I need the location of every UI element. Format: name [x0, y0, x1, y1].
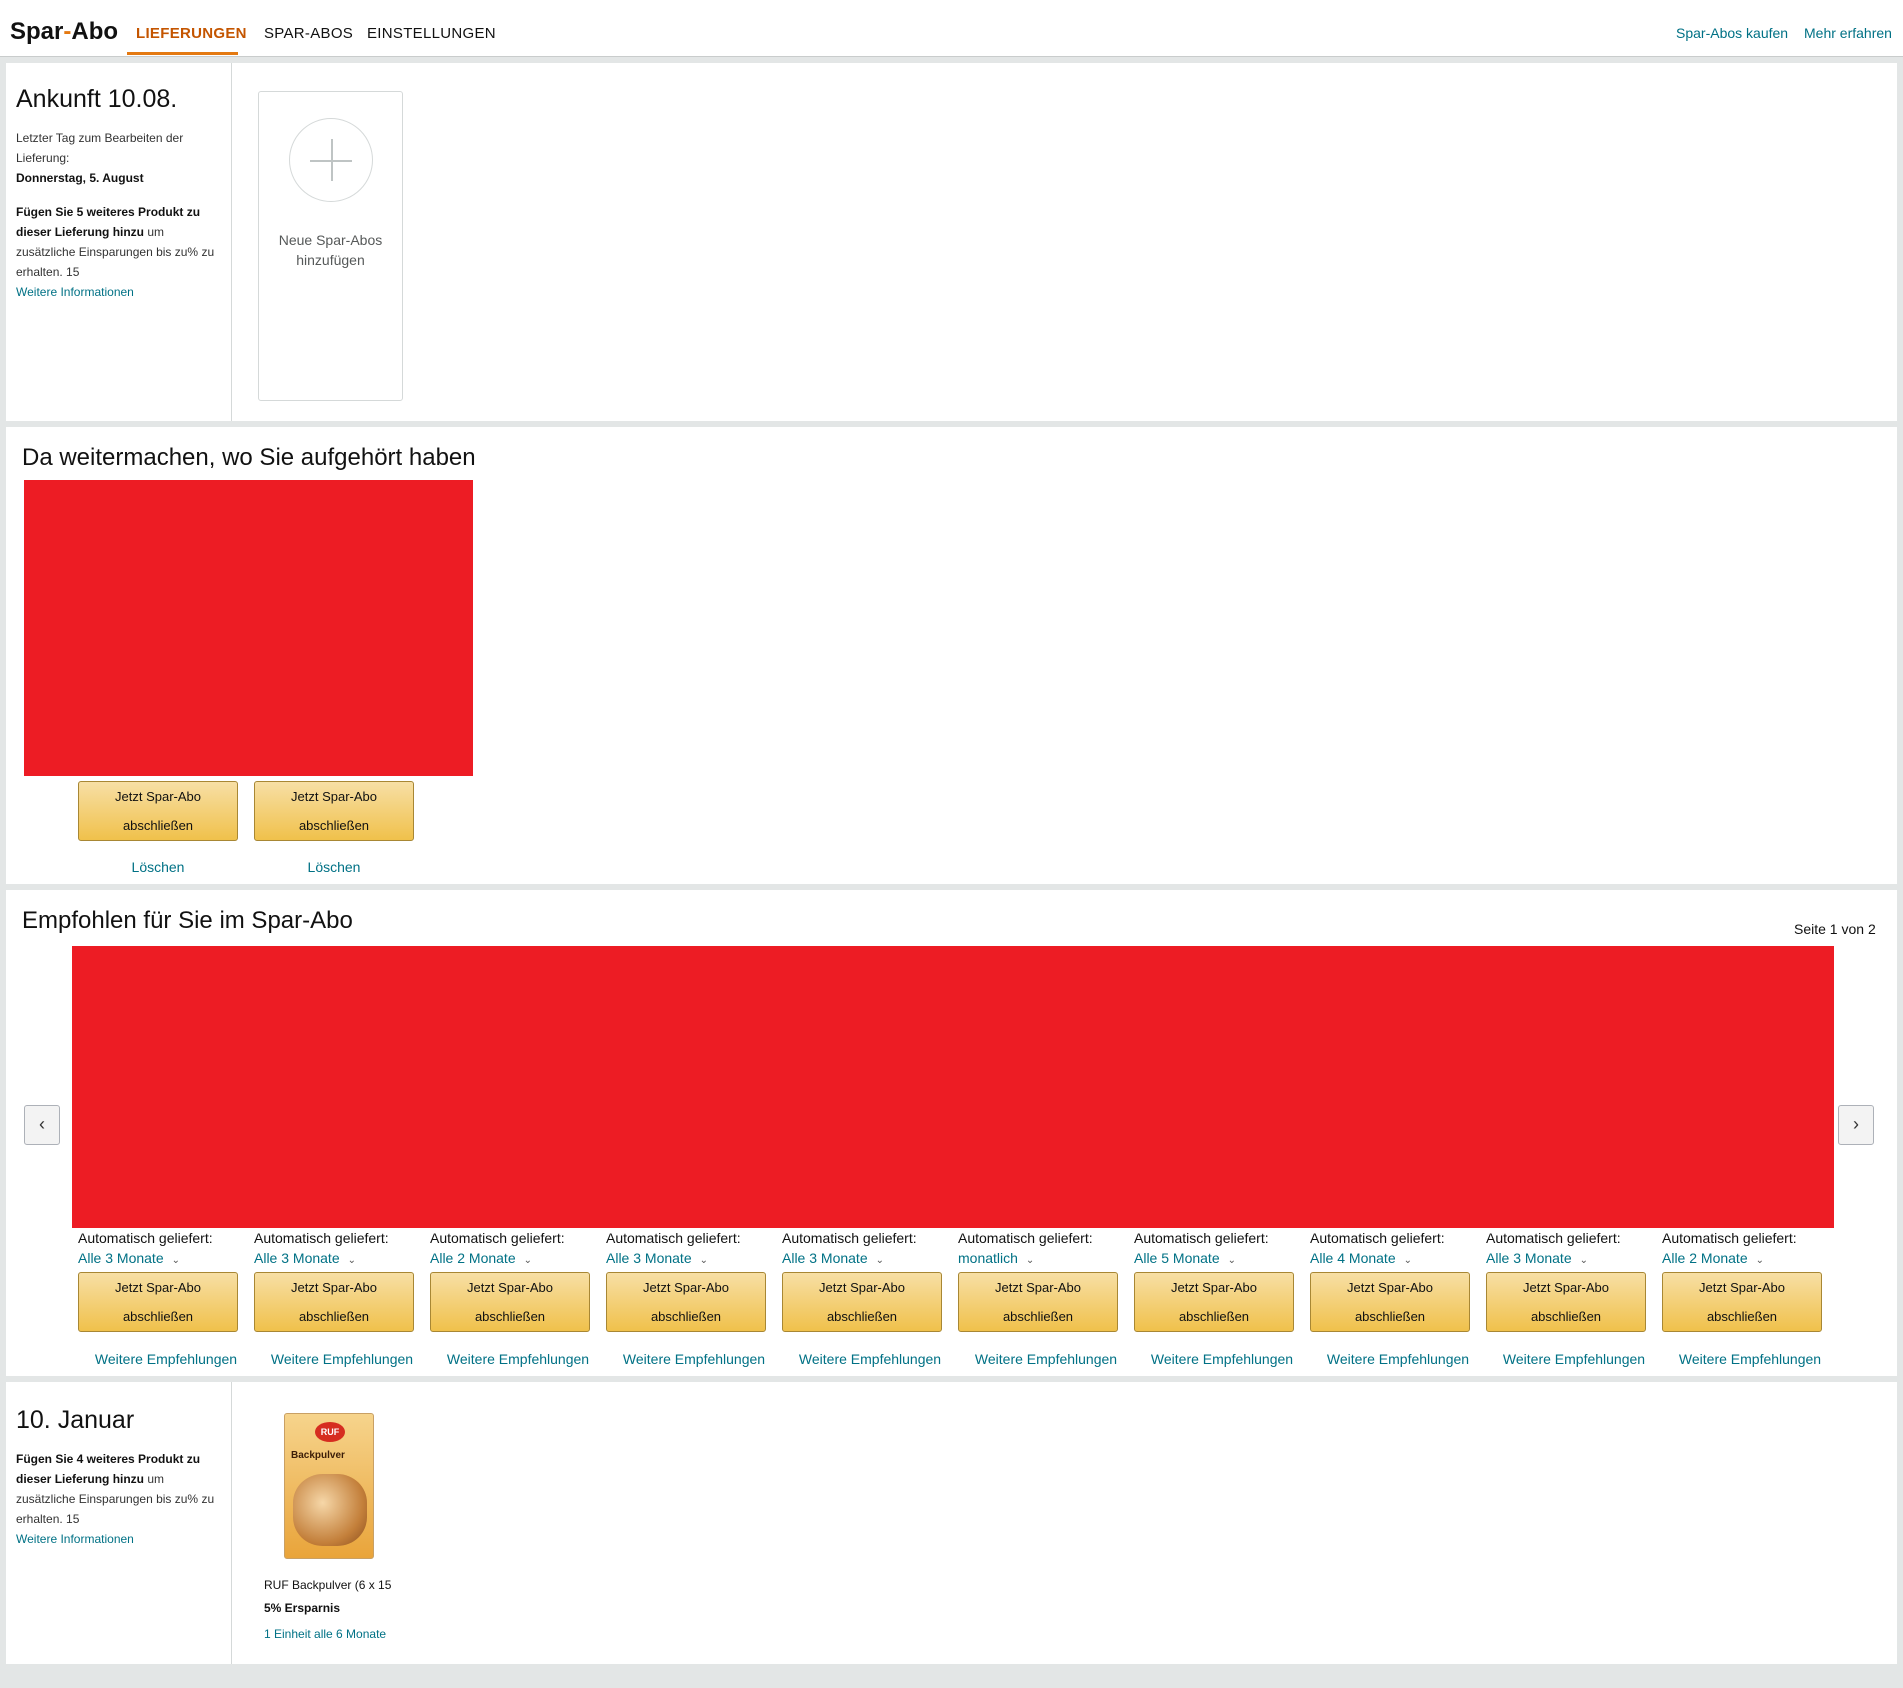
frequency-dropdown[interactable]: Alle 4 Monate ⌄: [1310, 1250, 1412, 1266]
chevron-down-icon: ⌄: [1227, 1255, 1236, 1266]
add-subscription-label: Neue Spar-Abos hinzufügen: [278, 232, 383, 268]
frequency-dropdown[interactable]: monatlich ⌄: [958, 1250, 1034, 1266]
recommended-title: Empfohlen für Sie im Spar-Abo: [22, 907, 353, 934]
ruf-logo: RUF: [315, 1422, 345, 1442]
continue-title: Da weitermachen, wo Sie aufgehört haben: [22, 444, 476, 471]
subscribe-now-button[interactable]: Jetzt Spar-Abo abschließen: [1134, 1272, 1294, 1332]
mehr-erfahren-link[interactable]: Mehr erfahren: [1804, 25, 1892, 41]
tab-spar-abos[interactable]: SPAR-ABOS: [264, 25, 353, 42]
more-info-link[interactable]: Weitere Informationen: [16, 282, 221, 302]
product-frequency-link[interactable]: 1 Einheit alle 6 Monate: [264, 1627, 386, 1641]
chevron-down-icon: ⌄: [1025, 1255, 1035, 1266]
more-recommendations-link[interactable]: Weitere Empfehlungen: [430, 1351, 606, 1367]
subscribe-now-button[interactable]: Jetzt Spar-Abo abschließen: [78, 781, 238, 841]
delivery-sidebar: 10. Januar Fügen Sie 4 weiteres Produkt …: [6, 1382, 232, 1664]
subscribe-now-button[interactable]: Jetzt Spar-Abo abschließen: [1310, 1272, 1470, 1332]
tab-lieferungen[interactable]: LIEFERUNGEN: [136, 25, 247, 42]
last-edit-day-value: Donnerstag, 5. August: [16, 171, 144, 185]
delete-link[interactable]: Löschen: [78, 859, 238, 875]
active-tab-indicator: [127, 52, 238, 55]
delete-link[interactable]: Löschen: [254, 859, 414, 875]
add-more-hint: Fügen Sie 4 weiteres Produkt zu dieser L…: [16, 1452, 215, 1526]
more-recommendations-link[interactable]: Weitere Empfehlungen: [606, 1351, 782, 1367]
more-recommendations-link[interactable]: Weitere Empfehlungen: [254, 1351, 430, 1367]
subscribe-now-button[interactable]: Jetzt Spar-Abo abschließen: [782, 1272, 942, 1332]
plus-icon: [289, 118, 373, 202]
chevron-down-icon: ⌄: [523, 1255, 532, 1266]
subscribe-now-button[interactable]: Jetzt Spar-Abo abschließen: [958, 1272, 1118, 1332]
chevron-down-icon: ⌄: [347, 1255, 356, 1266]
more-recommendations-link[interactable]: Weitere Empfehlungen: [1310, 1351, 1486, 1367]
auto-delivered-label: Automatisch geliefert:: [1310, 1230, 1445, 1246]
more-recommendations-link[interactable]: Weitere Empfehlungen: [1486, 1351, 1662, 1367]
more-recommendations-link[interactable]: Weitere Empfehlungen: [782, 1351, 958, 1367]
frequency-dropdown[interactable]: Alle 3 Monate ⌄: [1486, 1250, 1588, 1266]
subscribe-now-button[interactable]: Jetzt Spar-Abo abschließen: [254, 1272, 414, 1332]
top-nav-bar: Spar-Abo LIEFERUNGEN SPAR-ABOS EINSTELLU…: [0, 0, 1903, 57]
last-edit-day-label: Letzter Tag zum Bearbeiten der Lieferung…: [16, 131, 184, 165]
product-name[interactable]: RUF Backpulver (6 x 15: [264, 1578, 391, 1592]
chevron-left-icon[interactable]: ‹: [24, 1105, 60, 1145]
frequency-dropdown[interactable]: Alle 2 Monate ⌄: [1662, 1250, 1764, 1266]
chevron-down-icon: ⌄: [699, 1255, 708, 1266]
auto-delivered-label: Automatisch geliefert:: [782, 1230, 917, 1246]
add-subscription-card[interactable]: Neue Spar-Abos hinzufügen: [258, 91, 403, 401]
frequency-dropdown[interactable]: Alle 3 Monate ⌄: [78, 1250, 180, 1266]
delivery-panel-1: Ankunft 10.08. Letzter Tag zum Bearbeite…: [6, 63, 1897, 421]
chevron-down-icon: ⌄: [875, 1255, 884, 1266]
auto-delivered-label: Automatisch geliefert:: [1486, 1230, 1621, 1246]
subscribe-now-button[interactable]: Jetzt Spar-Abo abschließen: [78, 1272, 238, 1332]
chevron-right-icon[interactable]: ›: [1838, 1105, 1874, 1145]
more-recommendations-link[interactable]: Weitere Empfehlungen: [958, 1351, 1134, 1367]
chevron-down-icon: ⌄: [171, 1255, 180, 1266]
more-recommendations-link[interactable]: Weitere Empfehlungen: [1662, 1351, 1838, 1367]
recommended-panel: Empfohlen für Sie im Spar-Abo Seite 1 vo…: [6, 890, 1897, 1376]
product-savings: 5% Ersparnis: [264, 1601, 341, 1615]
subscribe-now-button[interactable]: Jetzt Spar-Abo abschließen: [254, 781, 414, 841]
more-recommendations-link[interactable]: Weitere Empfehlungen: [1134, 1351, 1310, 1367]
more-recommendations-link[interactable]: Weitere Empfehlungen: [78, 1351, 254, 1367]
spar-abos-kaufen-link[interactable]: Spar-Abos kaufen: [1676, 25, 1788, 41]
more-info-link[interactable]: Weitere Informationen: [16, 1529, 221, 1549]
continue-panel: Da weitermachen, wo Sie aufgehört haben …: [6, 427, 1897, 884]
chevron-down-icon: ⌄: [1403, 1255, 1412, 1266]
subscribe-now-button[interactable]: Jetzt Spar-Abo abschließen: [1486, 1272, 1646, 1332]
subscribe-now-button[interactable]: Jetzt Spar-Abo abschließen: [430, 1272, 590, 1332]
frequency-dropdown[interactable]: Alle 2 Monate ⌄: [430, 1250, 532, 1266]
delivery-title: 10. Januar: [16, 1406, 135, 1434]
page-indicator: Seite 1 von 2: [1794, 921, 1876, 937]
redacted-product-images: [24, 480, 473, 776]
product-image-label: Backpulver: [291, 1450, 345, 1461]
frequency-dropdown[interactable]: Alle 3 Monate ⌄: [606, 1250, 708, 1266]
cake-illustration: [293, 1474, 367, 1546]
delivery-title: Ankunft 10.08.: [16, 85, 178, 113]
frequency-dropdown[interactable]: Alle 3 Monate ⌄: [254, 1250, 356, 1266]
auto-delivered-label: Automatisch geliefert:: [430, 1230, 565, 1246]
chevron-down-icon: ⌄: [1579, 1255, 1588, 1266]
frequency-dropdown[interactable]: Alle 5 Monate ⌄: [1134, 1250, 1236, 1266]
redacted-recommendation-images: [72, 946, 1834, 1228]
auto-delivered-label: Automatisch geliefert:: [958, 1230, 1093, 1246]
subscribe-now-button[interactable]: Jetzt Spar-Abo abschließen: [606, 1272, 766, 1332]
auto-delivered-label: Automatisch geliefert:: [78, 1230, 213, 1246]
add-more-hint: Fügen Sie 5 weiteres Produkt zu dieser L…: [16, 205, 215, 279]
delivery-sidebar: Ankunft 10.08. Letzter Tag zum Bearbeite…: [6, 63, 232, 421]
auto-delivered-label: Automatisch geliefert:: [606, 1230, 741, 1246]
tab-einstellungen[interactable]: EINSTELLUNGEN: [367, 25, 496, 42]
auto-delivered-label: Automatisch geliefert:: [1134, 1230, 1269, 1246]
auto-delivered-label: Automatisch geliefert:: [1662, 1230, 1797, 1246]
auto-delivered-label: Automatisch geliefert:: [254, 1230, 389, 1246]
product-image[interactable]: RUF Backpulver: [284, 1413, 374, 1559]
chevron-down-icon: ⌄: [1755, 1255, 1764, 1266]
frequency-dropdown[interactable]: Alle 3 Monate ⌄: [782, 1250, 884, 1266]
delivery-panel-2: 10. Januar Fügen Sie 4 weiteres Produkt …: [6, 1382, 1897, 1664]
subscribe-now-button[interactable]: Jetzt Spar-Abo abschließen: [1662, 1272, 1822, 1332]
brand-logo[interactable]: Spar-Abo: [10, 18, 118, 46]
